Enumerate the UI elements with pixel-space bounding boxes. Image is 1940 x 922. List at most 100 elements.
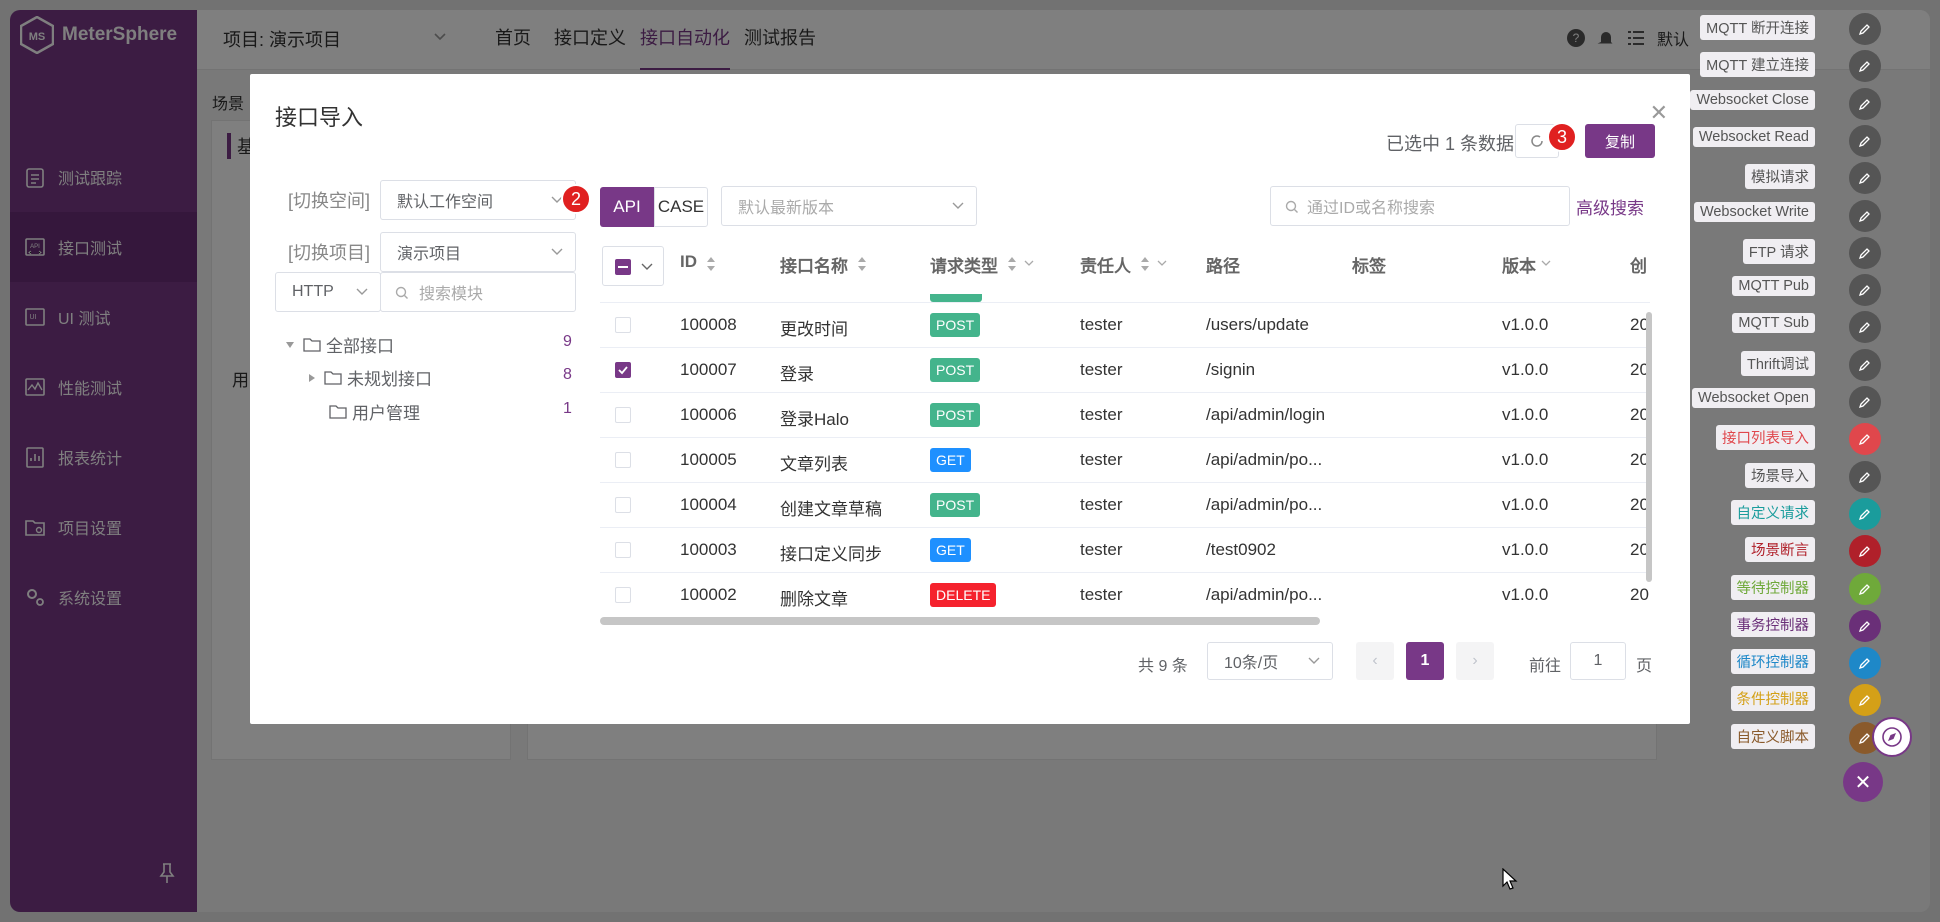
float-menu-label[interactable]: 模拟请求 — [1745, 164, 1815, 190]
cell-owner: tester — [1080, 540, 1123, 559]
float-menu-button[interactable] — [1849, 460, 1881, 493]
table-row[interactable]: 100004 创建文章草稿 POST tester/api/admin/po... v1… — [600, 483, 1650, 528]
float-menu-button[interactable] — [1849, 236, 1881, 269]
sort-icon[interactable] — [706, 256, 716, 272]
table-row[interactable]: 100003 接口定义同步 GET tester/test0902 v1.0.0 20 — [600, 528, 1650, 573]
table-row[interactable]: 100005 文章列表 GET tester/api/admin/po... v1.0.… — [600, 438, 1650, 483]
project-value: 演示项目 — [397, 246, 462, 263]
float-menu-label[interactable]: Websocket Read — [1692, 126, 1815, 147]
float-menu-button[interactable] — [1849, 13, 1881, 45]
row-checkbox[interactable] — [615, 542, 631, 558]
cell-path: /signin — [1206, 360, 1256, 379]
float-menu-label[interactable]: MQTT 断开连接 — [1700, 15, 1815, 40]
caret-right-icon[interactable] — [308, 373, 316, 383]
column-method[interactable]: 请求类型 — [930, 252, 998, 277]
float-menu-label[interactable]: 循环控制器 — [1730, 649, 1815, 675]
close-icon[interactable]: ✕ — [1650, 100, 1668, 126]
float-menu-button[interactable] — [1849, 348, 1881, 381]
float-menu-label[interactable]: MQTT Sub — [1732, 313, 1815, 334]
float-menu-button[interactable] — [1849, 162, 1881, 195]
float-menu-label[interactable]: FTP 请求 — [1742, 238, 1815, 264]
version-select[interactable]: 默认最新版本 — [721, 186, 977, 226]
module-search-input[interactable]: 搜索模块 — [380, 272, 576, 312]
float-menu-button[interactable] — [1849, 535, 1881, 568]
page-size-select[interactable]: 10条/页 — [1207, 642, 1333, 680]
float-menu-label[interactable]: 场景导入 — [1745, 462, 1815, 488]
page-number-button[interactable]: 1 — [1406, 642, 1444, 680]
next-page-button[interactable]: › — [1456, 642, 1494, 680]
compass-button[interactable] — [1872, 717, 1912, 757]
float-menu-label[interactable]: 场景断言 — [1745, 537, 1815, 563]
api-toggle-button[interactable]: API — [600, 187, 654, 227]
float-menu-label[interactable]: Websocket Write — [1693, 201, 1815, 222]
column-owner[interactable]: 责任人 — [1080, 252, 1131, 277]
horizontal-scrollbar[interactable] — [600, 617, 1320, 625]
case-toggle-button[interactable]: CASE — [654, 187, 708, 227]
float-menu-label[interactable]: 自定义请求 — [1730, 499, 1815, 525]
float-menu-button[interactable] — [1849, 609, 1881, 642]
float-menu-label[interactable]: 条件控制器 — [1730, 686, 1815, 712]
float-menu-button[interactable] — [1849, 647, 1881, 680]
select-all-checkbox[interactable] — [602, 246, 664, 286]
prev-page-button[interactable]: ‹ — [1356, 642, 1394, 680]
float-menu-label[interactable]: Thrift调试 — [1740, 350, 1815, 376]
filter-chevron-icon[interactable] — [1157, 260, 1167, 268]
row-checkbox[interactable] — [615, 362, 631, 378]
float-menu-button[interactable] — [1849, 124, 1881, 157]
row-checkbox[interactable] — [615, 317, 631, 333]
column-path: 路径 — [1206, 257, 1240, 276]
float-menu-label[interactable]: 事务控制器 — [1730, 611, 1815, 637]
column-version[interactable]: 版本 — [1502, 252, 1536, 277]
goto-page-input[interactable]: 1 — [1570, 642, 1626, 680]
row-checkbox[interactable] — [615, 407, 631, 423]
filter-chevron-icon[interactable] — [1024, 260, 1034, 268]
table-row[interactable]: 100007 登录 POST tester/signin v1.0.0 20 — [600, 348, 1650, 393]
indeterminate-checkbox[interactable] — [615, 259, 631, 275]
float-menu-label[interactable]: MQTT 建立连接 — [1700, 52, 1815, 78]
cell-path: /api/admin/po... — [1206, 495, 1323, 514]
tree-node-all[interactable]: 全部接口 — [285, 332, 394, 357]
filter-chevron-icon[interactable] — [1541, 260, 1551, 268]
float-menu-label[interactable]: 接口列表导入 — [1716, 425, 1815, 451]
sort-icon[interactable] — [1140, 256, 1150, 272]
project-select[interactable]: 演示项目 — [380, 232, 576, 272]
caret-down-icon[interactable] — [285, 341, 295, 349]
row-checkbox[interactable] — [615, 587, 631, 603]
float-menu-button[interactable] — [1849, 572, 1881, 605]
copy-button[interactable]: 复制 — [1585, 124, 1655, 158]
float-menu-label[interactable]: 等待控制器 — [1730, 574, 1815, 600]
float-menu-label[interactable]: Websocket Close — [1690, 89, 1815, 110]
row-checkbox[interactable] — [615, 452, 631, 468]
float-menu-label[interactable]: 自定义脚本 — [1730, 723, 1815, 749]
float-menu-label[interactable]: MQTT Pub — [1732, 276, 1815, 297]
column-id[interactable]: ID — [680, 252, 697, 272]
table-row[interactable]: 100006 登录Halo POST tester/api/admin/login v1… — [600, 393, 1650, 438]
protocol-select[interactable]: HTTP — [275, 272, 381, 312]
vertical-scrollbar[interactable] — [1646, 312, 1652, 582]
tree-node-unplanned[interactable]: 未规划接口 — [308, 365, 432, 390]
row-checkbox[interactable] — [615, 497, 631, 513]
api-search-input[interactable]: 通过ID或名称搜索 — [1270, 186, 1570, 226]
column-name[interactable]: 接口名称 — [780, 252, 848, 277]
float-menu-button[interactable] — [1849, 386, 1881, 418]
cell-id: 100006 — [680, 405, 737, 424]
cell-path: /api/admin/po... — [1206, 450, 1323, 469]
float-menu-button[interactable] — [1849, 87, 1881, 120]
close-menu-button[interactable]: ✕ — [1843, 762, 1883, 802]
float-menu-label[interactable]: Websocket Open — [1692, 388, 1815, 408]
compass-icon — [1882, 727, 1902, 747]
table-row[interactable]: 100008 更改时间 POST tester/users/update v1.0.0 2… — [600, 303, 1650, 348]
tree-count: 9 — [563, 333, 572, 350]
space-select[interactable]: 默认工作空间 — [380, 180, 576, 220]
sort-icon[interactable] — [1007, 256, 1017, 272]
chevron-down-icon[interactable] — [641, 263, 653, 271]
table-row[interactable]: 100002 删除文章 DELETE tester/api/admin/po... v1… — [600, 573, 1650, 614]
advanced-search-link[interactable]: 高级搜索 — [1576, 194, 1644, 219]
tree-node-user-management[interactable]: 用户管理 — [329, 399, 420, 424]
sort-icon[interactable] — [857, 256, 867, 272]
chevron-down-icon — [551, 248, 563, 255]
float-menu-button[interactable] — [1849, 274, 1881, 307]
float-menu-button[interactable] — [1849, 497, 1881, 530]
edit-icon — [1858, 732, 1870, 744]
float-menu-button[interactable] — [1849, 199, 1881, 232]
